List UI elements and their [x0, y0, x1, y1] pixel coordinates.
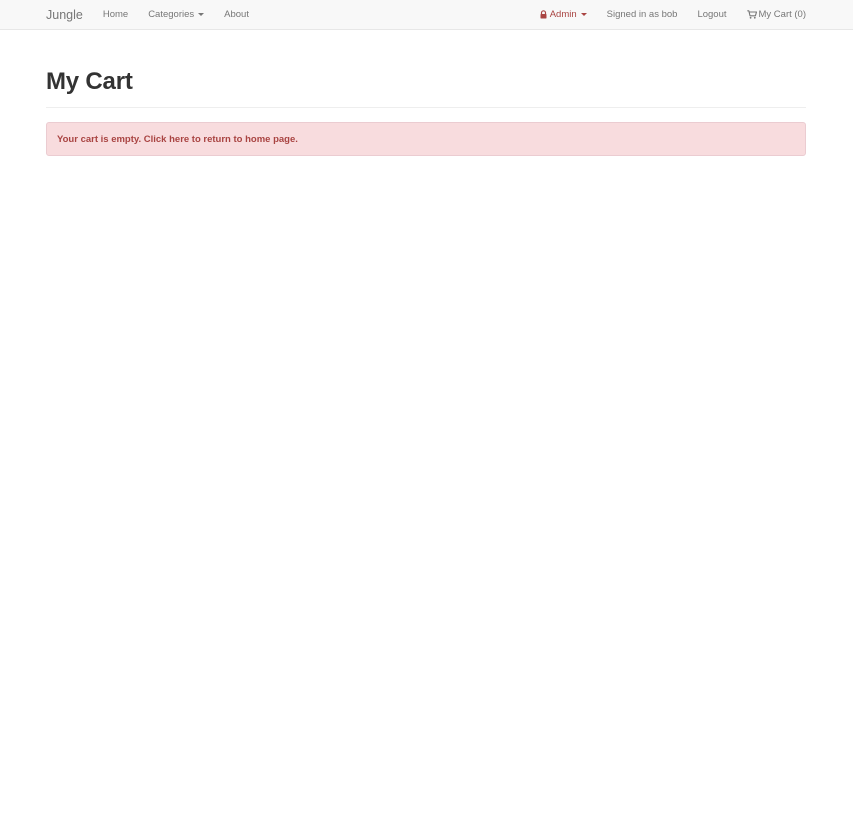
return-home-link[interactable]: Your cart is empty. Click here to return… — [57, 134, 298, 145]
nav-home-label: Home — [102, 9, 129, 20]
shopping-cart-icon — [746, 10, 757, 19]
page-title: My Cart — [46, 68, 133, 95]
nav-home-link[interactable]: Home — [103, 9, 128, 20]
caret-down-icon — [580, 13, 587, 16]
nav-categories-dropdown[interactable]: Categories — [148, 9, 205, 20]
my-cart-label: My Cart (0) — [758, 9, 807, 20]
top-navbar: Jungle Home Categories About Admin Signe… — [0, 0, 853, 30]
nav-signed-in-text: Signed in as bob — [607, 9, 678, 20]
navbar-container: Jungle Home Categories About Admin Signe… — [46, 0, 806, 29]
nav-about-link[interactable]: About — [224, 9, 249, 20]
caret-down-icon — [198, 13, 205, 16]
empty-cart-alert: Your cart is empty. Click here to return… — [46, 122, 806, 156]
lock-icon — [539, 10, 548, 19]
signed-in-label: Signed in as bob — [606, 9, 678, 20]
logout-label: Logout — [697, 9, 727, 20]
navbar-right: Admin Signed in as bob Logout My Cart (0… — [539, 0, 806, 29]
brand-link[interactable]: Jungle — [46, 8, 83, 22]
nav-categories-label: Categories — [148, 9, 195, 20]
navbar-left: Jungle Home Categories About — [46, 0, 249, 29]
nav-admin-dropdown[interactable]: Admin — [539, 9, 587, 20]
nav-logout-link[interactable]: Logout — [697, 9, 726, 20]
nav-about-label: About — [224, 9, 249, 20]
nav-my-cart-link[interactable]: My Cart (0) — [746, 9, 807, 20]
page-header: My Cart — [46, 66, 806, 108]
nav-admin-label: Admin — [549, 9, 577, 20]
